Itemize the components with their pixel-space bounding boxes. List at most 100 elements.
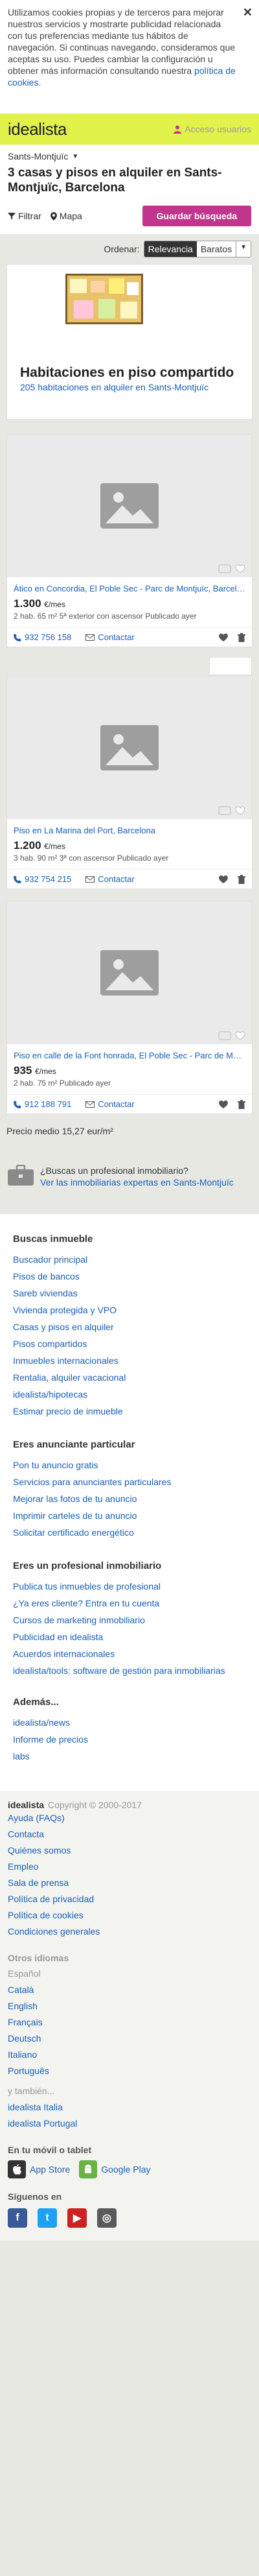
language-link[interactable]: Italiano: [8, 2047, 251, 2063]
phone-button[interactable]: 912 188 791: [14, 1099, 71, 1109]
favorite-icon[interactable]: [218, 875, 229, 884]
footer-link[interactable]: Mejorar las fotos de tu anuncio: [13, 1490, 246, 1507]
footer-section-ademas: Además... idealista/news Informe de prec…: [13, 1697, 246, 1765]
language-link[interactable]: Français: [8, 2014, 251, 2031]
favorite-icon[interactable]: [218, 633, 229, 642]
footer-link[interactable]: idealista/news: [13, 1714, 246, 1731]
instagram-icon[interactable]: ◎: [97, 2208, 117, 2228]
footer-link[interactable]: Pisos compartidos: [13, 1335, 246, 1352]
footer-link[interactable]: Política de privacidad: [8, 1891, 251, 1907]
user-access-link[interactable]: Acceso usuarios: [174, 124, 251, 134]
footer-link[interactable]: Buscador principal: [13, 1251, 246, 1268]
twitter-icon[interactable]: t: [38, 2208, 57, 2228]
phone-button[interactable]: 932 754 215: [14, 874, 71, 884]
youtube-icon[interactable]: ▶: [67, 2208, 87, 2228]
favorite-icon[interactable]: [218, 1100, 229, 1109]
footer-link[interactable]: idealista/hipotecas: [13, 1386, 246, 1403]
country-link[interactable]: idealista Portugal: [8, 2116, 251, 2132]
listing-photo-placeholder[interactable]: [7, 901, 252, 1044]
footer-link[interactable]: Solicitar certificado energético: [13, 1524, 246, 1541]
country-link[interactable]: idealista Italia: [8, 2099, 251, 2116]
trash-icon[interactable]: [238, 1099, 245, 1109]
listing-photo-placeholder[interactable]: [7, 676, 252, 819]
footer-link[interactable]: Inmuebles internacionales: [13, 1352, 246, 1369]
site-header: idealista Acceso usuarios: [0, 113, 259, 145]
save-search-button[interactable]: Guardar búsqueda: [142, 206, 251, 226]
image-placeholder-icon: [100, 483, 159, 529]
footer-link[interactable]: Acuerdos internacionales: [13, 1645, 246, 1662]
contact-label: Contactar: [98, 632, 135, 642]
app-store-button[interactable]: App Store: [8, 2160, 70, 2178]
footer-link[interactable]: Sala de prensa: [8, 1875, 251, 1891]
phone-label: 912 188 791: [25, 1099, 72, 1109]
footer-link[interactable]: Pon tu anuncio gratis: [13, 1457, 246, 1473]
footer-link[interactable]: Sareb viviendas: [13, 1285, 246, 1302]
sort-option-relevance[interactable]: Relevancia: [144, 241, 197, 257]
trash-icon[interactable]: [238, 874, 245, 884]
footer-link[interactable]: Pisos de bancos: [13, 1268, 246, 1285]
listing-title[interactable]: Piso en La Marina del Port, Barcelona: [14, 826, 245, 835]
footer-link[interactable]: Estimar precio de inmueble: [13, 1403, 246, 1420]
pro-link[interactable]: Ver las inmobiliarias expertas en Sants-…: [40, 1176, 234, 1188]
location-selector[interactable]: Sants-Montjuïc ▼: [8, 151, 78, 161]
footer-link[interactable]: idealista/tools: software de gestión par…: [13, 1665, 246, 1677]
language-link[interactable]: Português: [8, 2063, 251, 2079]
footer-link[interactable]: Cursos de marketing inmobiliario: [13, 1612, 246, 1628]
copyright: idealista Copyright © 2000-2017: [8, 1800, 251, 1810]
footer-section-title: Eres un profesional inmobiliario: [13, 1560, 162, 1571]
phone-icon: [14, 875, 21, 883]
promo-link[interactable]: 205 habitaciones en alquiler en Sants-Mo…: [20, 382, 239, 392]
map-button[interactable]: Mapa: [50, 211, 82, 221]
favorite-icon: [235, 564, 245, 573]
listing-photo-placeholder[interactable]: [7, 435, 252, 577]
listing-title[interactable]: Ático en Concordia, El Poble Sec - Parc …: [14, 584, 245, 593]
footer-link[interactable]: Política de cookies: [8, 1907, 251, 1924]
language-link[interactable]: English: [8, 1998, 251, 2014]
contact-button[interactable]: Contactar: [85, 632, 135, 642]
footer-section-anunciante: Eres anunciante particular Pon tu anunci…: [13, 1439, 246, 1541]
footer-link[interactable]: Rentalia, alquiler vacacional: [13, 1369, 246, 1386]
facebook-icon[interactable]: f: [8, 2208, 27, 2228]
listing-card[interactable]: Piso en calle de la Font honrada, El Pob…: [6, 901, 253, 1114]
close-icon[interactable]: ✕: [243, 6, 253, 18]
app-store-label: App Store: [30, 2164, 71, 2175]
footer-link[interactable]: Informe de precios: [13, 1731, 246, 1748]
footer-link[interactable]: Vivienda protegida y VPO: [13, 1302, 246, 1318]
logo[interactable]: idealista: [8, 119, 67, 139]
language-link[interactable]: Català: [8, 1982, 251, 1998]
footer-link[interactable]: Condiciones generales: [8, 1924, 251, 1940]
sort-option-cheapest[interactable]: Baratos: [196, 241, 236, 257]
listing-card[interactable]: Piso en La Marina del Port, Barcelona 1.…: [6, 657, 253, 889]
footer-link[interactable]: Ayuda (FAQs): [8, 1810, 251, 1826]
listing-title[interactable]: Piso en calle de la Font honrada, El Pob…: [14, 1051, 245, 1060]
filter-button[interactable]: Filtrar: [8, 211, 41, 221]
trash-icon[interactable]: [238, 632, 245, 642]
google-play-button[interactable]: Google Play: [79, 2160, 151, 2178]
footer-link[interactable]: Imprimir carteles de tu anuncio: [13, 1507, 246, 1524]
footer-link[interactable]: Contacta: [8, 1826, 251, 1843]
footer-link[interactable]: Publica tus inmuebles de profesional: [13, 1578, 246, 1595]
language-link[interactable]: Deutsch: [8, 2031, 251, 2047]
phone-button[interactable]: 932 756 158: [14, 632, 71, 642]
image-placeholder-icon: [100, 950, 159, 996]
footer-link[interactable]: ¿Ya eres cliente? Entra en tu cuenta: [13, 1595, 246, 1612]
footer-link[interactable]: Publicidad en idealista: [13, 1628, 246, 1645]
footer-link[interactable]: Quiénes somos: [8, 1843, 251, 1859]
listing-card[interactable]: Ático en Concordia, El Poble Sec - Parc …: [6, 434, 253, 647]
contact-button[interactable]: Contactar: [85, 1099, 135, 1109]
user-access-label: Acceso usuarios: [185, 124, 251, 134]
footer-link[interactable]: Servicios para anunciantes particulares: [13, 1473, 246, 1490]
current-language: Español: [8, 1968, 41, 1979]
average-price: Precio medio 15,27 eur/m²: [6, 1126, 113, 1136]
promo-card[interactable]: Habitaciones en piso compartido 205 habi…: [6, 264, 253, 420]
footer-link[interactable]: labs: [13, 1748, 246, 1765]
contact-button[interactable]: Contactar: [85, 874, 135, 884]
footer-link[interactable]: Casas y pisos en alquiler: [13, 1318, 246, 1335]
chevron-down-icon[interactable]: ▼: [236, 241, 251, 257]
phone-icon: [14, 633, 21, 641]
listing-details: 2 hab. 75 m² Publicado ayer: [14, 1079, 111, 1088]
sub-footer: idealista Copyright © 2000-2017 Ayuda (FA…: [0, 1791, 259, 2241]
footer-link[interactable]: Empleo: [8, 1859, 251, 1875]
photo-count-icon: [218, 564, 231, 573]
listing-price: 935 €/mes: [14, 1064, 245, 1077]
